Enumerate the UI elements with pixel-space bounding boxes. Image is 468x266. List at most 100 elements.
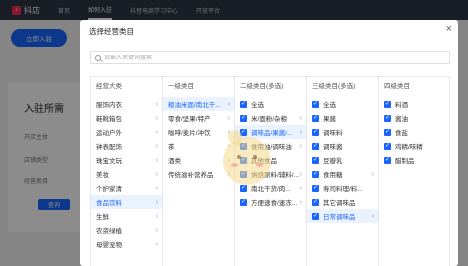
checkbox-checked-icon[interactable]: ✓ — [312, 156, 319, 164]
chevron-right-icon: › — [371, 212, 374, 220]
level2-category-item[interactable]: ✓ 米/面粉/杂粮 › — [235, 111, 306, 125]
watermark-mascot — [223, 137, 271, 185]
level1-category-item[interactable]: 零食/坚果/特产 › — [163, 111, 234, 125]
category-label: 鞋靴箱包 — [96, 116, 122, 123]
main-category-item[interactable]: 农资绿植 › — [91, 223, 162, 237]
checkbox-checked-icon[interactable]: ✓ — [384, 156, 391, 164]
level3-category-item[interactable]: ✓ 全选 — [307, 97, 378, 111]
level4-category-item[interactable]: ✓ 醋制品 — [379, 153, 451, 167]
checkbox-checked-icon[interactable]: ✓ — [384, 100, 391, 108]
level4-category-item[interactable]: ✓ 料酒 — [379, 97, 451, 111]
level1-category-item[interactable]: 粮油米面/南北干... › — [163, 97, 234, 111]
chevron-right-icon: › — [155, 240, 158, 248]
main-category-item[interactable]: 钟表配饰 › — [91, 139, 162, 153]
level4-category-item[interactable]: ✓ 食盐 — [379, 125, 451, 139]
checkbox-checked-icon[interactable]: ✓ — [312, 184, 319, 192]
main-category-item[interactable]: 个护家清 › — [91, 181, 162, 195]
level3-category-item[interactable]: ✓ 日常调味品 › — [307, 209, 378, 223]
main-category-item[interactable]: 服饰内衣 › — [91, 97, 162, 111]
chevron-right-icon: › — [155, 184, 158, 192]
column-level1-category: 一级类目粮油米面/南北干...›零食/坚果/特产›咖啡/麦片/冲饮›茶›酒类›传… — [163, 77, 235, 266]
category-label: 珠宝文玩 — [96, 158, 122, 165]
chevron-right-icon: › — [299, 184, 302, 192]
main-category-item[interactable]: 鞋靴箱包 › — [91, 111, 162, 125]
checkbox-checked-icon[interactable]: ✓ — [384, 142, 391, 150]
search-input[interactable] — [104, 54, 434, 61]
watermark-cheek — [256, 163, 263, 167]
category-label: 酒类 — [168, 158, 181, 165]
column-header: 二级类目(多选) — [240, 83, 284, 90]
checkbox-checked-icon[interactable]: ✓ — [312, 128, 319, 136]
checkbox-checked-icon[interactable]: ✓ — [240, 198, 247, 206]
level1-category-item[interactable]: 传统滋补营养品› — [163, 167, 234, 181]
chevron-right-icon: › — [371, 170, 374, 178]
category-label: 果酱 — [323, 116, 336, 123]
level1-category-item[interactable]: 茶› — [163, 139, 234, 153]
category-selector-dialog: 选择经营类目 × 经营大类服饰内衣›鞋靴箱包›运动户外›钟表配饰›珠宝文玩›美妆… — [80, 20, 458, 266]
category-label: 调味品/果酱/... — [251, 130, 293, 137]
checkbox-checked-icon[interactable]: ✓ — [312, 142, 319, 150]
main-category-item[interactable]: 运动户外 › — [91, 125, 162, 139]
main-category-item[interactable]: 食品饮料 › — [91, 195, 162, 209]
category-label: 方便速食/速冻... — [251, 200, 298, 207]
category-label: 调味酱 — [323, 144, 343, 151]
level2-category-item[interactable]: ✓ 全选 — [235, 97, 306, 111]
category-label: 传统滋补营养品 — [168, 172, 214, 179]
close-icon[interactable]: × — [446, 23, 452, 35]
chevron-right-icon: › — [299, 198, 302, 206]
chevron-right-icon: › — [155, 128, 158, 136]
chevron-right-icon: › — [227, 114, 230, 122]
main-category-item[interactable]: 美妆 › — [91, 167, 162, 181]
search-box[interactable] — [90, 51, 450, 64]
chevron-right-icon: › — [227, 100, 230, 108]
category-label: 咖啡/麦片/冲饮 — [168, 130, 211, 137]
level3-category-item[interactable]: ✓ 豆瓣乳 — [307, 153, 378, 167]
checkbox-checked-icon[interactable]: ✓ — [312, 212, 319, 220]
main-category-item[interactable]: 珠宝文玩 › — [91, 153, 162, 167]
level3-category-item[interactable]: ✓ 食用糖 › — [307, 167, 378, 181]
chevron-right-icon: › — [299, 142, 302, 150]
level3-category-item[interactable]: ✓ 寿司料理/料... — [307, 181, 378, 195]
checkbox-checked-icon[interactable]: ✓ — [384, 128, 391, 136]
search-icon — [95, 54, 101, 61]
chevron-right-icon: › — [155, 198, 158, 206]
level3-category-item[interactable]: ✓ 果酱 — [307, 111, 378, 125]
level2-category-item[interactable]: ✓ 方便速食/速冻... › — [235, 195, 306, 209]
category-label: 钟表配饰 — [96, 144, 122, 151]
category-label: 运动户外 — [96, 130, 122, 137]
checkbox-checked-icon[interactable]: ✓ — [384, 114, 391, 122]
category-label: 醋制品 — [395, 158, 415, 165]
category-label: 零食/坚果/特产 — [168, 116, 211, 123]
checkbox-checked-icon[interactable]: ✓ — [240, 184, 247, 192]
level4-category-item[interactable]: ✓ 酱油 — [379, 111, 451, 125]
checkbox-checked-icon[interactable]: ✓ — [312, 114, 319, 122]
category-label: 茶 — [168, 144, 175, 151]
level4-category-item[interactable]: ✓ 鸡精/味精 — [379, 139, 451, 153]
category-label: 食用糖 — [323, 172, 343, 179]
category-label: 酱油 — [395, 116, 408, 123]
category-label: 农资绿植 — [96, 228, 122, 235]
checkbox-checked-icon[interactable]: ✓ — [312, 198, 319, 206]
category-label: 食盐 — [395, 130, 408, 137]
main-category-item[interactable]: 生鲜 › — [91, 209, 162, 223]
chevron-right-icon: › — [155, 156, 158, 164]
checkbox-checked-icon[interactable]: ✓ — [312, 100, 319, 108]
level3-category-item[interactable]: ✓ 其它调味品 — [307, 195, 378, 209]
checkbox-checked-icon[interactable]: ✓ — [312, 170, 319, 178]
checkbox-checked-icon[interactable]: ✓ — [240, 100, 247, 108]
chevron-right-icon: › — [155, 212, 158, 220]
checkbox-checked-icon[interactable]: ✓ — [240, 114, 247, 122]
chevron-right-icon: › — [299, 128, 302, 136]
watermark-eye — [253, 155, 257, 159]
level1-category-item[interactable]: 咖啡/麦片/冲饮› — [163, 125, 234, 139]
level3-category-item[interactable]: ✓ 调味酱 — [307, 139, 378, 153]
column-level3-category: 三级类目(多选) ✓ 全选 ✓ 果酱 ✓ 调味料 ✓ 调味酱 ✓ 豆瓣乳 ✓ 食用糖 › ✓ 寿司料理/料..… — [307, 77, 379, 266]
watermark-eye — [237, 155, 241, 159]
column-header: 三级类目(多选) — [312, 83, 356, 90]
category-label: 个护家清 — [96, 186, 122, 193]
main-category-item[interactable]: 母婴宠物 › — [91, 237, 162, 251]
chevron-right-icon: › — [155, 114, 158, 122]
level3-category-item[interactable]: ✓ 调味料 — [307, 125, 378, 139]
category-label: 母婴宠物 — [96, 242, 122, 249]
chevron-right-icon: › — [155, 170, 158, 178]
